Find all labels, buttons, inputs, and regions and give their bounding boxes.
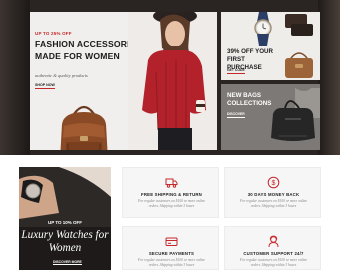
hero-banner[interactable]: UP TO 25% OFF FASHION ACCESSORIES MADE F… (30, 12, 217, 150)
model-image (128, 12, 217, 150)
wallet-image (285, 52, 313, 78)
service-title: 30 DAYS MONEY BACK (247, 192, 300, 197)
service-money-back: $ 30 DAYS MONEY BACK For regular custome… (224, 167, 321, 218)
truck-icon (165, 178, 178, 188)
service-free-shipping: FREE SHIPPING & RETURN For regular custo… (122, 167, 219, 218)
service-text: For regular customers on $100 or more on… (137, 199, 206, 208)
service-text: For regular customers on $100 or more on… (239, 258, 308, 267)
support-icon (268, 235, 279, 248)
luxury-kicker: UP TO 10% OFF (47, 220, 83, 225)
promo-first-purchase[interactable]: 39% OFF YOUR FIRST PURCHASE GET CODE (221, 12, 320, 80)
service-text: For regular customers on $100 or more on… (239, 199, 308, 208)
watch-image (254, 12, 313, 46)
money-icon: $ (267, 176, 280, 189)
get-code-link[interactable]: GET CODE (227, 68, 245, 74)
hero-subtitle: authentic & quality products (35, 73, 88, 78)
luxury-title: Luxury Watches for Women (21, 229, 109, 254)
card-icon (165, 237, 178, 246)
promo-new-bags[interactable]: NEW BAGS COLLECTIONS DISCOVER (221, 84, 320, 150)
discover-link[interactable]: DISCOVER (227, 112, 245, 118)
luxury-watches-banner[interactable]: UP TO 10% OFF Luxury Watches for Women D… (19, 167, 111, 270)
discover-more-link[interactable]: DISCOVER MORE (53, 260, 82, 265)
service-customer-support: CUSTOMER SUPPORT 24/7 For regular custom… (224, 226, 321, 270)
service-title: FREE SHIPPING & RETURN (141, 192, 202, 197)
hero-kicker: UP TO 25% OFF (35, 31, 72, 36)
service-text: For regular customers on $100 or more on… (137, 258, 206, 267)
promo-new-bags-title: NEW BAGS COLLECTIONS (227, 92, 272, 107)
service-title: SECURE PAYMENTS (148, 251, 195, 256)
backpack-image (60, 105, 108, 150)
shop-now-link[interactable]: SHOP NOW (35, 83, 55, 89)
service-secure-payments: SECURE PAYMENTS For regular customers on… (122, 226, 219, 270)
svg-text:$: $ (272, 180, 276, 187)
service-title: CUSTOMER SUPPORT 24/7 (243, 251, 304, 256)
